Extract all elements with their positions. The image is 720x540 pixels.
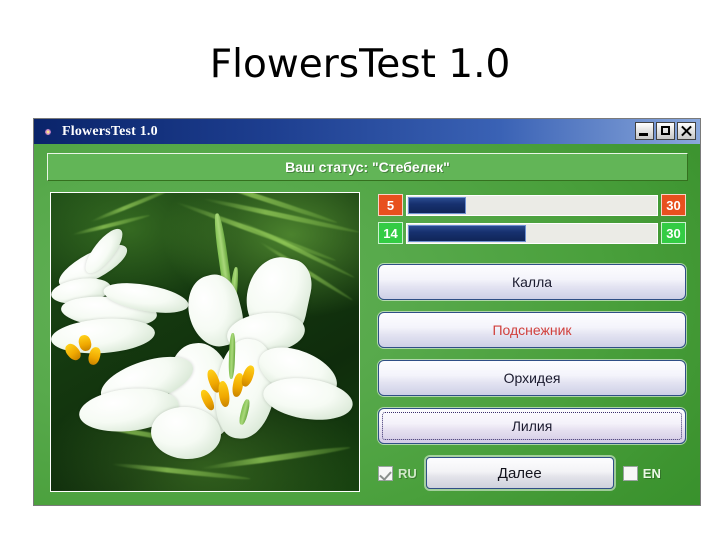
question-bar-track [406,222,658,244]
answer-button-3[interactable]: Орхидея [378,360,686,396]
next-button[interactable]: Далее [425,457,614,489]
score-bar-track [406,194,658,216]
form-body: Ваш статус: "Стебелек" 5 30 14 30 Калла … [34,144,700,505]
flower-icon [39,123,57,141]
language-checkbox-en[interactable]: EN [622,465,661,481]
progress-row-question: 14 30 [378,222,686,244]
checkbox-en-box[interactable] [622,465,638,481]
language-checkbox-ru[interactable]: RU [378,465,417,481]
window-controls [635,122,696,140]
score-bar-fill [408,196,466,214]
page-title: FlowersTest 1.0 [209,42,511,87]
question-max-label: 30 [661,222,686,244]
flower-photo [51,193,359,491]
checkbox-ru-box[interactable] [378,465,393,481]
score-max-label: 30 [661,194,686,216]
close-button[interactable] [677,122,696,140]
status-panel: Ваш статус: "Стебелек" [47,153,688,181]
score-value-label: 5 [378,194,403,216]
answer-options: Калла Подснежник Орхидея Лилия [378,264,686,456]
checkbox-ru-label: RU [398,465,417,481]
question-bar-fill [408,224,526,242]
window-titlebar[interactable]: FlowersTest 1.0 [34,119,700,144]
minimize-button[interactable] [635,122,654,140]
answer-button-2[interactable]: Подснежник [378,312,686,348]
progress-row-score: 5 30 [378,194,686,216]
app-window: FlowersTest 1.0 Ваш статус: "Стебелек" 5… [33,118,701,506]
question-value-label: 14 [378,222,403,244]
minimize-icon [639,133,648,136]
flower-picture-box [50,192,360,492]
bottom-controls: RU Далее EN [378,456,688,490]
checkbox-en-label: EN [642,465,661,481]
answer-button-1[interactable]: Калла [378,264,686,300]
progress-bars: 5 30 14 30 [378,194,686,250]
answer-button-4[interactable]: Лилия [378,408,686,444]
maximize-icon [661,126,670,135]
window-title-text: FlowersTest 1.0 [62,123,158,139]
maximize-button[interactable] [656,122,675,140]
status-text: Ваш статус: "Стебелек" [285,159,450,175]
